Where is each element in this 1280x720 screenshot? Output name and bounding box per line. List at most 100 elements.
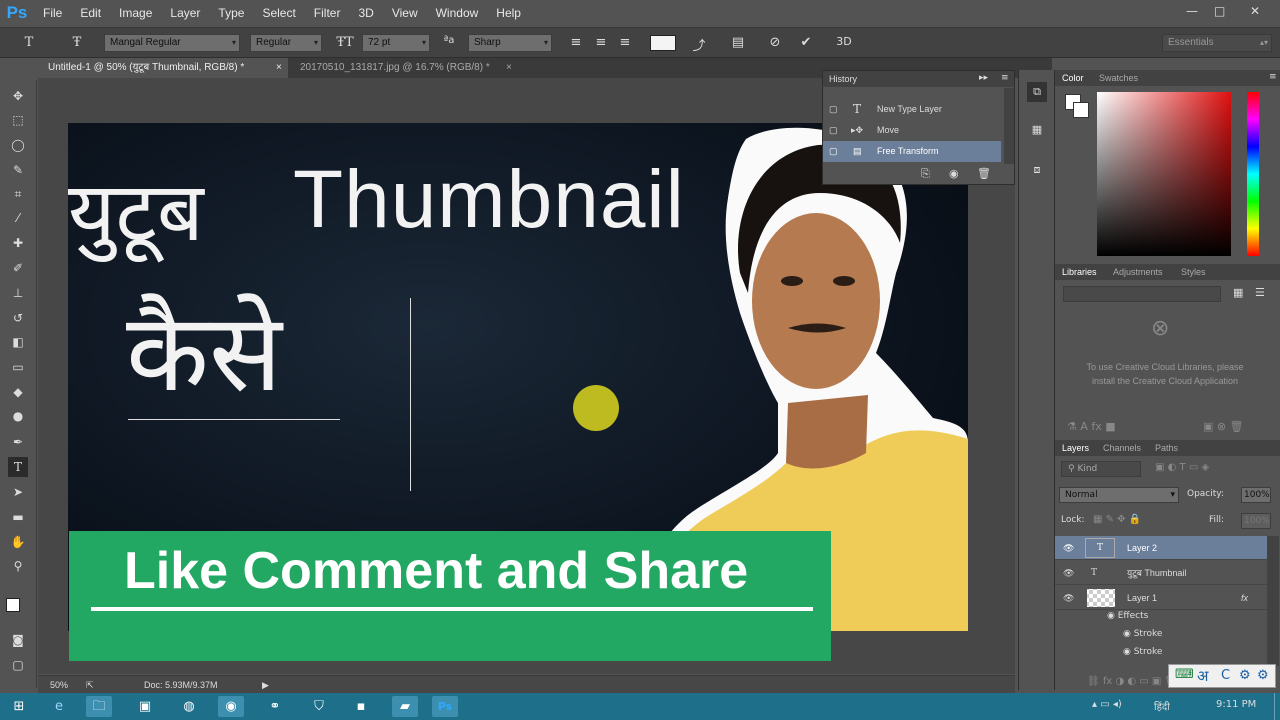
clock[interactable]: 9:11 PM [1216,699,1256,710]
new-document-from-state-icon[interactable]: ⎘ [921,167,930,181]
close-tab-icon[interactable]: × [506,58,512,78]
excel-icon[interactable]: ▣ [132,696,158,717]
layer-row[interactable]: 👁 Layer 1 fx [1055,586,1267,610]
tab-color[interactable]: Color [1062,73,1084,83]
menu-help[interactable]: Help [487,6,530,20]
antialias-select[interactable]: Sharp ▾ [468,34,552,52]
foreground-color-swatch[interactable] [6,598,20,612]
collapse-panel-icon[interactable]: ▸▸ [979,73,988,83]
app-icon[interactable]: ⚭ [262,696,288,717]
add-content-icon[interactable]: ⚗ A fx ■ [1067,420,1116,433]
layer-filter-kind[interactable]: ⚲ Kind [1061,461,1141,477]
effect-stroke[interactable]: ◉ Stroke [1123,647,1162,657]
photoshop-taskbar-icon[interactable]: Ps [432,696,458,717]
3d-button[interactable]: 3D [835,35,853,48]
camtasia-icon[interactable]: ▰ [392,696,418,717]
history-brush-tool-icon[interactable]: ↺ [8,308,28,328]
security-shield-icon[interactable]: ⛉ [306,696,332,717]
history-item[interactable]: ▢ ▸✥ Move [823,120,1001,141]
export-icon[interactable]: ⇱ [86,676,94,694]
lasso-tool-icon[interactable]: ◯ [8,135,28,155]
language-settings-icon[interactable]: ⚙ [1257,668,1269,683]
quick-select-tool-icon[interactable]: ✎ [8,160,28,180]
panel-menu-icon[interactable]: ≡ [1001,73,1009,83]
show-desktop-button[interactable] [1274,693,1280,720]
panel-menu-icon[interactable]: ≡ [1269,72,1277,82]
close-button[interactable]: ✕ [1250,4,1260,18]
layer-row[interactable]: 👁 T युटूब Thumbnail [1055,561,1267,585]
tab-channels[interactable]: Channels [1103,443,1141,453]
character-panel-icon[interactable]: ▤ [729,35,747,50]
type-tool-preset-icon[interactable]: T [20,35,38,50]
tab-adjustments[interactable]: Adjustments [1113,267,1163,277]
font-size-select[interactable]: 72 pt ▾ [362,34,430,52]
system-tray-icons[interactable]: ▴ ▭ ◂) [1092,699,1122,710]
layer-row-selected[interactable]: 👁 T Layer 2 [1055,536,1267,560]
restore-button[interactable]: □ [1214,4,1225,18]
tab-styles[interactable]: Styles [1181,267,1206,277]
stamp-tool-icon[interactable]: ⊥ [8,283,28,303]
tab-paths[interactable]: Paths [1155,443,1178,453]
chrome-icon[interactable]: ◉ [218,696,244,717]
language-bar[interactable]: ⌨ अ C ⚙ ⚙ [1168,664,1276,688]
input-mode-indicator[interactable]: C [1221,668,1230,683]
input-language[interactable]: हिंदी [1154,699,1170,713]
effects-group[interactable]: ◉ Effects [1107,611,1148,621]
menu-select[interactable]: Select [253,6,304,20]
cancel-edit-icon[interactable]: ⊘ [766,35,784,50]
snapshot-checkbox[interactable]: ▢ [829,120,838,141]
settings-gear-icon[interactable]: ⚙ [1239,668,1251,683]
align-left-icon[interactable]: ≡ [567,35,585,50]
shape-tool-icon[interactable]: ▬ [8,507,28,527]
color-field[interactable] [1097,92,1231,256]
windows-start-icon[interactable]: ⊞ [6,696,32,717]
effect-stroke[interactable]: ◉ Stroke [1123,629,1162,639]
zoom-level[interactable]: 50% [50,676,68,694]
eye-icon[interactable]: 👁 [1063,586,1074,610]
firefox-icon[interactable]: ◍ [176,696,202,717]
snapshot-icon[interactable]: ◉ [949,167,959,180]
menu-type[interactable]: Type [209,6,253,20]
file-explorer-icon[interactable]: 🗀 [86,696,112,717]
eyedropper-tool-icon[interactable]: ⁄ [8,208,28,228]
fx-icon[interactable]: fx [1241,586,1248,610]
path-select-tool-icon[interactable]: ➤ [8,482,28,502]
align-right-icon[interactable]: ≡ [616,35,634,50]
eye-icon[interactable]: 👁 [1063,536,1074,560]
character-panel-icon[interactable]: ⧈ [1027,160,1047,180]
tab-photo[interactable]: 20170510_131817.jpg @ 16.7% (RGB/8) * × [290,58,520,78]
hindi-input-indicator[interactable]: अ [1197,666,1208,686]
grid-view-icon[interactable]: ▦ [1233,286,1243,299]
eye-icon[interactable]: 👁 [1063,561,1074,585]
history-panel-icon[interactable]: ⧉ [1027,82,1047,102]
status-arrow-icon[interactable]: ▶ [262,676,269,694]
media-app-icon[interactable]: ▪ [348,696,374,717]
menu-3d[interactable]: 3D [349,6,382,20]
font-family-select[interactable]: Mangal Regular ▾ [104,34,240,52]
tab-swatches[interactable]: Swatches [1099,73,1138,83]
align-center-icon[interactable]: ≡ [592,35,610,50]
type-tool-icon[interactable]: T [8,457,28,477]
menu-file[interactable]: File [34,6,71,20]
move-tool-icon[interactable]: ✥ [8,86,28,106]
library-actions-icon[interactable]: ▣ ⊗ 🗑 [1203,420,1244,433]
menu-image[interactable]: Image [110,6,161,20]
eraser-tool-icon[interactable]: ◧ [8,332,28,352]
dodge-tool-icon[interactable]: ● [8,406,28,426]
keyboard-icon[interactable]: ⌨ [1175,667,1194,682]
healing-tool-icon[interactable]: ✚ [8,233,28,253]
bg-color-chip[interactable] [1073,102,1089,118]
history-scrollbar[interactable] [1004,88,1014,164]
snapshot-checkbox[interactable]: ▢ [829,99,838,120]
marquee-tool-icon[interactable]: ⬚ [8,110,28,130]
menu-edit[interactable]: Edit [71,6,110,20]
tab-libraries[interactable]: Libraries [1062,267,1097,277]
quick-mask-icon[interactable]: ◙ [8,630,28,650]
properties-panel-icon[interactable]: ▦ [1027,120,1047,140]
text-orientation-icon[interactable]: Ŧ [68,35,86,50]
menu-filter[interactable]: Filter [305,6,350,20]
hue-slider[interactable] [1247,92,1259,256]
commit-edit-icon[interactable]: ✔ [797,35,815,50]
brush-tool-icon[interactable]: ✐ [8,258,28,278]
blend-mode-select[interactable]: Normal ▾ [1059,487,1179,503]
